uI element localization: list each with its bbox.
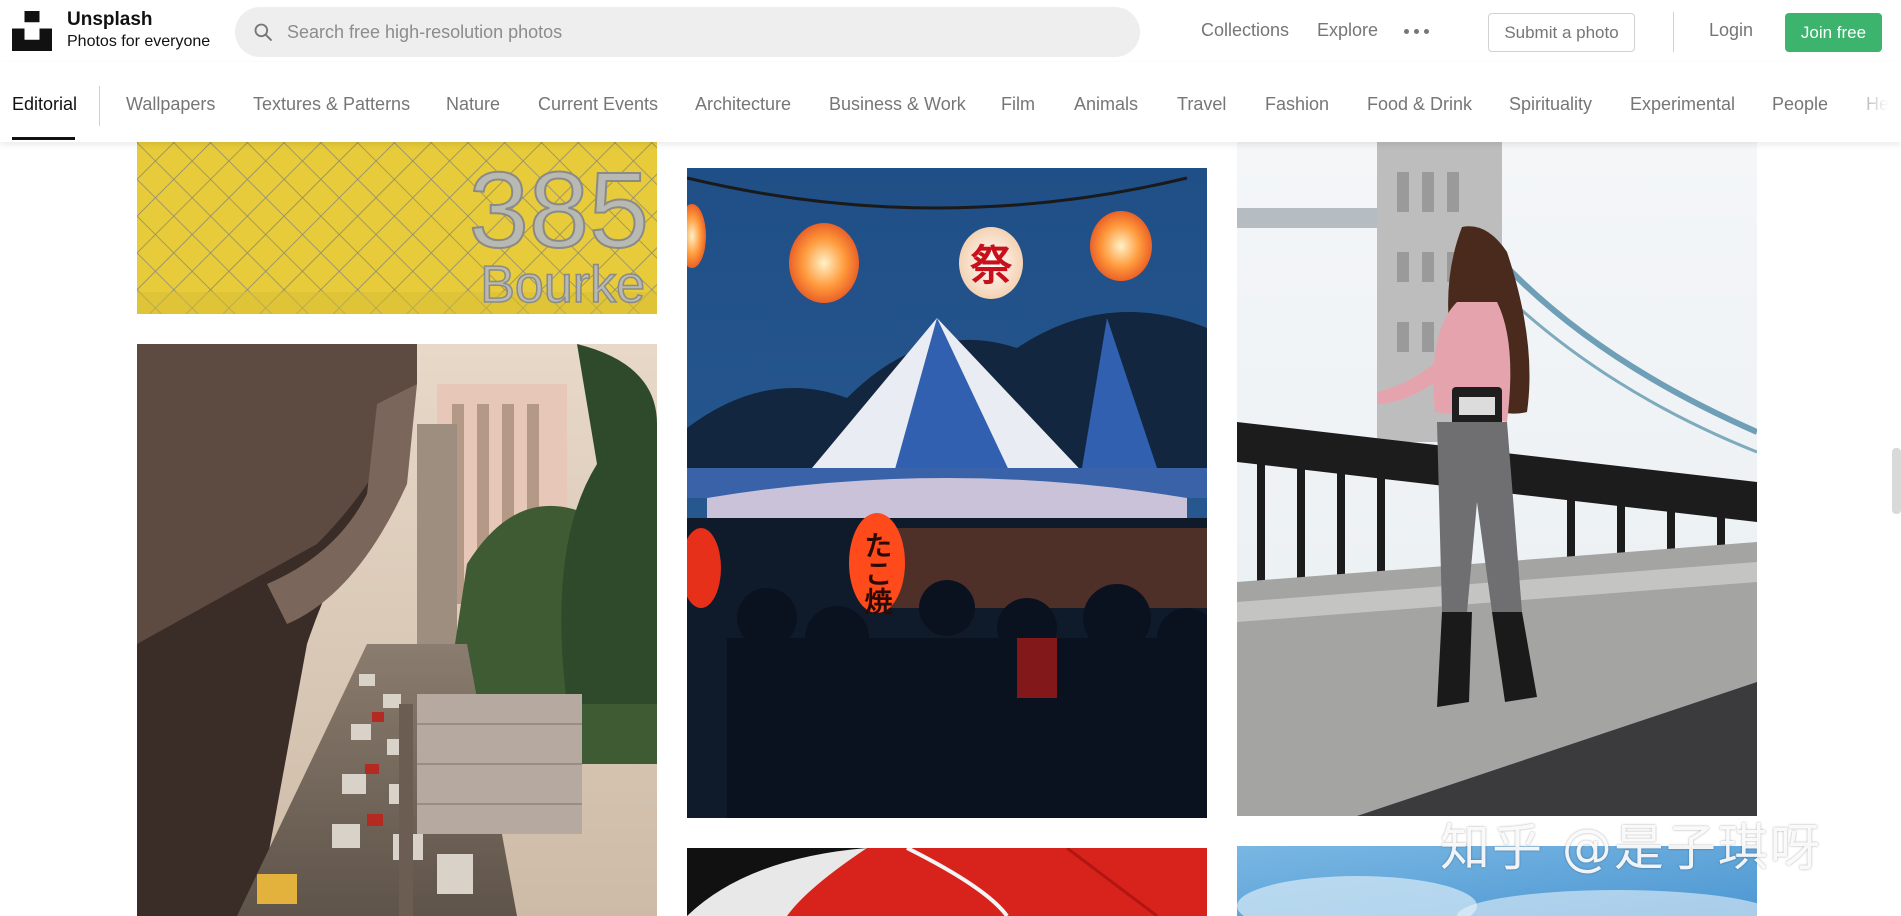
lantern-red-text: たこ焼 bbox=[861, 531, 894, 616]
nav-collections-link[interactable]: Collections bbox=[1201, 20, 1289, 41]
sign-number-text: 385 bbox=[469, 149, 649, 270]
submit-photo-button[interactable]: Submit a photo bbox=[1488, 13, 1635, 52]
tab-editorial[interactable]: Editorial bbox=[12, 94, 77, 115]
tab-animals[interactable]: Animals bbox=[1074, 94, 1138, 115]
category-tabs: Editorial Wallpapers Textures & Patterns… bbox=[0, 62, 1901, 142]
nav-divider bbox=[1673, 12, 1674, 52]
brand-tagline: Photos for everyone bbox=[67, 33, 211, 50]
tab-architecture[interactable]: Architecture bbox=[695, 94, 791, 115]
search-bar[interactable] bbox=[235, 7, 1140, 57]
brand-name: Unsplash bbox=[67, 9, 153, 30]
scrollbar-thumb[interactable] bbox=[1892, 448, 1901, 514]
tab-film[interactable]: Film bbox=[1001, 94, 1035, 115]
tab-travel[interactable]: Travel bbox=[1177, 94, 1226, 115]
tab-people[interactable]: People bbox=[1772, 94, 1828, 115]
top-navigation-bar: Unsplash Photos for everyone Collections… bbox=[0, 0, 1901, 62]
watermark-text: 知乎 @是子琪呀 bbox=[1440, 819, 1822, 877]
tab-current-events[interactable]: Current Events bbox=[538, 94, 658, 115]
photo-city-street-traffic[interactable] bbox=[137, 344, 657, 916]
more-options-icon[interactable] bbox=[1404, 24, 1430, 38]
search-input[interactable] bbox=[287, 7, 1107, 57]
photo-woman-tower-bridge[interactable] bbox=[1237, 142, 1757, 816]
tab-separator bbox=[99, 86, 100, 126]
unsplash-logo-icon[interactable] bbox=[12, 11, 52, 51]
tab-fashion[interactable]: Fashion bbox=[1265, 94, 1329, 115]
tabs-fade-overlay bbox=[1841, 62, 1901, 142]
search-icon[interactable] bbox=[253, 22, 273, 42]
tab-business-work[interactable]: Business & Work bbox=[829, 94, 966, 115]
nav-explore-link[interactable]: Explore bbox=[1317, 20, 1378, 41]
lantern-kanji-text: 祭 bbox=[970, 241, 1013, 290]
photo-red-umbrella[interactable] bbox=[687, 848, 1207, 916]
tab-wallpapers[interactable]: Wallpapers bbox=[126, 94, 215, 115]
login-link[interactable]: Login bbox=[1709, 20, 1753, 41]
brand[interactable]: Unsplash Photos for everyone bbox=[67, 9, 210, 53]
tab-food-drink[interactable]: Food & Drink bbox=[1367, 94, 1472, 115]
active-tab-indicator bbox=[12, 137, 75, 140]
tab-spirituality[interactable]: Spirituality bbox=[1509, 94, 1592, 115]
photo-festival-lanterns[interactable]: 祭 たこ焼 bbox=[687, 168, 1207, 818]
tab-experimental[interactable]: Experimental bbox=[1630, 94, 1735, 115]
sign-street-text: Bourke bbox=[480, 256, 645, 314]
tab-textures-patterns[interactable]: Textures & Patterns bbox=[253, 94, 410, 115]
photo-385-bourke-wall[interactable]: 385 Bourke bbox=[137, 142, 657, 314]
join-free-button[interactable]: Join free bbox=[1785, 13, 1882, 52]
tab-nature[interactable]: Nature bbox=[446, 94, 500, 115]
